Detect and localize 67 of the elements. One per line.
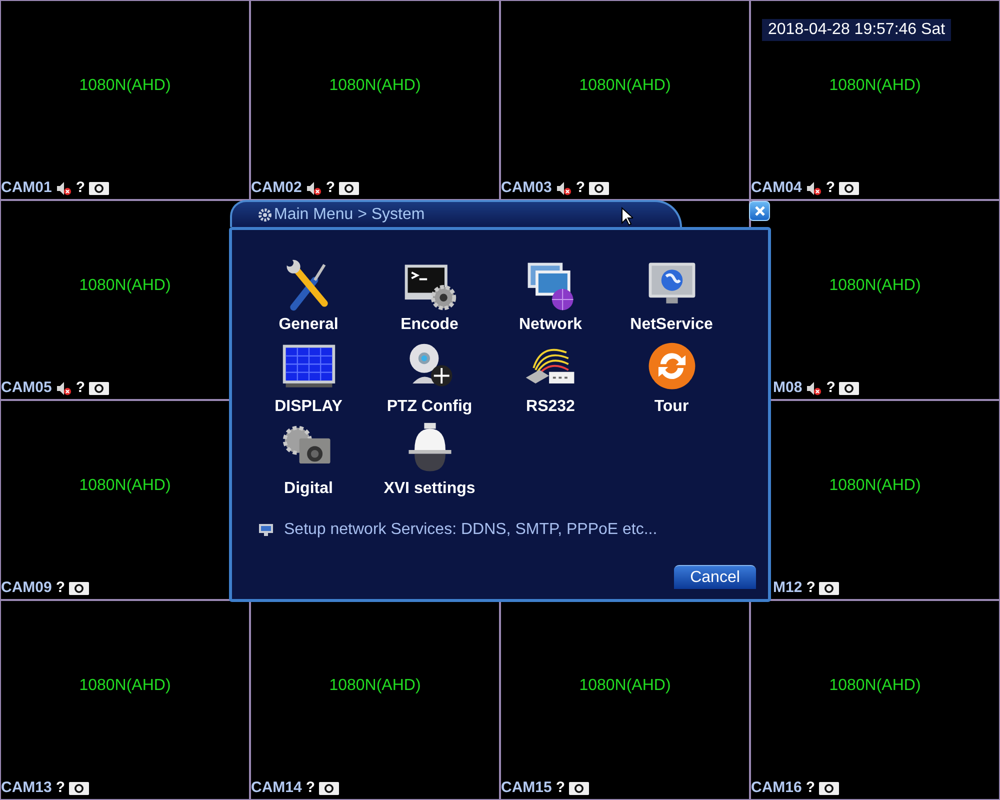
video-format: 1080N(AHD) xyxy=(329,76,421,96)
cancel-button[interactable]: Cancel xyxy=(674,565,756,589)
menu-item[interactable]: NetService xyxy=(611,257,732,339)
camera-icon xyxy=(319,782,340,794)
menu-item[interactable]: DISPLAY xyxy=(248,339,369,421)
date-time: 2018-04-28 19:57:46 Sat xyxy=(762,19,952,41)
camera-icon xyxy=(589,182,610,194)
dialog-title: Main Menu > System xyxy=(274,206,425,224)
menu-item[interactable]: XVI settings xyxy=(369,421,490,503)
menu-item[interactable]: General xyxy=(248,257,369,339)
status-mark: ? xyxy=(76,179,86,197)
status-mark: ? xyxy=(806,579,816,597)
video-format: 1080N(AHD) xyxy=(829,476,921,496)
status-mark: ? xyxy=(826,179,836,197)
video-format: 1080N(AHD) xyxy=(829,276,921,296)
camera-label: CAM15 xyxy=(501,779,552,797)
video-format: 1080N(AHD) xyxy=(79,276,171,296)
camera-label: CAM01 xyxy=(1,179,52,197)
status-mark: ? xyxy=(556,779,566,797)
camera-icon xyxy=(839,182,860,194)
camera-label: M08 xyxy=(773,379,802,397)
camera-label: CAM05 xyxy=(1,379,52,397)
camera-icon xyxy=(819,582,840,594)
hint-text: Setup network Services: DDNS, SMTP, PPPoE etc... xyxy=(284,521,658,539)
menu-item[interactable]: Network xyxy=(490,257,611,339)
camera-icon xyxy=(339,182,360,194)
monitor-icon xyxy=(259,524,273,536)
menu-item[interactable]: Digital xyxy=(248,421,369,503)
camera-icon xyxy=(839,382,860,394)
status-mark: ? xyxy=(806,779,816,797)
video-format: 1080N(AHD) xyxy=(829,676,921,696)
camera-icon xyxy=(819,782,840,794)
status-mark: ? xyxy=(826,379,836,397)
status-mark: ? xyxy=(306,779,316,797)
video-format: 1080N(AHD) xyxy=(829,76,921,96)
menu-item[interactable]: Tour xyxy=(611,339,732,421)
status-mark: ? xyxy=(576,179,586,197)
camera-icon xyxy=(69,582,90,594)
camera-label: CAM13 xyxy=(1,779,52,797)
status-mark: ? xyxy=(56,579,66,597)
camera-icon xyxy=(89,382,110,394)
menu-item[interactable]: Encode xyxy=(369,257,490,339)
gear-icon xyxy=(258,208,272,222)
camera-label: CAM14 xyxy=(251,779,302,797)
status-mark: ? xyxy=(326,179,336,197)
status-mark: ? xyxy=(56,779,66,797)
close-icon xyxy=(754,206,764,216)
video-format: 1080N(AHD) xyxy=(329,676,421,696)
camera-label: M12 xyxy=(773,579,802,597)
video-format: 1080N(AHD) xyxy=(579,76,671,96)
camera-icon xyxy=(89,182,110,194)
camera-label: CAM02 xyxy=(251,179,302,197)
video-format: 1080N(AHD) xyxy=(79,676,171,696)
camera-icon xyxy=(69,782,90,794)
video-format: 1080N(AHD) xyxy=(79,76,171,96)
camera-label: CAM04 xyxy=(751,179,802,197)
close-button[interactable] xyxy=(749,201,770,221)
menu-item[interactable]: RS232 xyxy=(490,339,611,421)
camera-label: CAM03 xyxy=(501,179,552,197)
camera-label: CAM16 xyxy=(751,779,802,797)
video-format: 1080N(AHD) xyxy=(79,476,171,496)
video-format: 1080N(AHD) xyxy=(579,676,671,696)
camera-icon xyxy=(569,782,590,794)
menu-item[interactable]: PTZ Config xyxy=(369,339,490,421)
camera-label: CAM09 xyxy=(1,579,52,597)
status-mark: ? xyxy=(76,379,86,397)
mouse-cursor-icon xyxy=(621,207,633,226)
